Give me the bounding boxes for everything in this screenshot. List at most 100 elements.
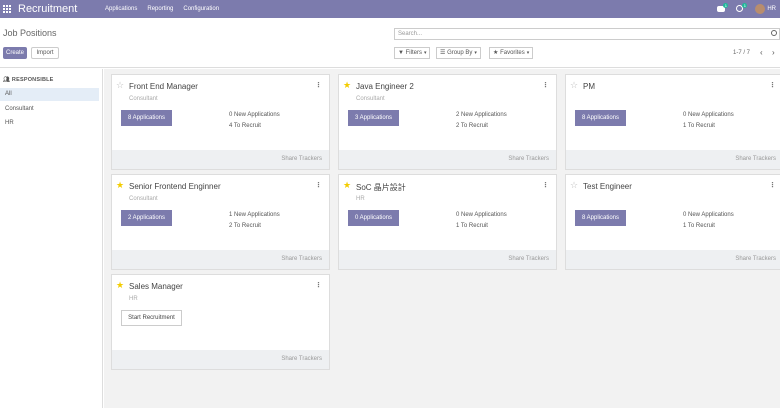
applications-button[interactable]: 3 Applications (348, 110, 399, 126)
job-card[interactable]: ★ SoC 晶片設計 ⋮ HR 0 Applications 0 New App… (338, 174, 557, 270)
job-card[interactable]: ★ Senior Frontend Enginner ⋮ Consultant … (111, 174, 330, 270)
favorites-label: Favorites (500, 50, 525, 56)
card-menu-icon[interactable]: ⋮ (542, 181, 549, 189)
card-menu-icon[interactable]: ⋮ (315, 181, 322, 189)
new-applications-link[interactable]: 0 New Applications (683, 112, 734, 118)
to-recruit-text: 1 To Recruit (683, 223, 715, 229)
share-trackers-link[interactable]: Share Trackers (281, 256, 322, 262)
to-recruit-text: 2 To Recruit (456, 123, 488, 129)
app-brand[interactable]: Recruitment (18, 3, 101, 15)
navbar-systray: 1 1 HR (717, 0, 776, 18)
card-footer: Share Trackers (566, 150, 780, 169)
job-card[interactable]: ☆ PM ⋮ 8 Applications 0 New Applications… (565, 74, 780, 170)
pager-previous-icon[interactable]: ‹ (760, 49, 763, 57)
groupby-button[interactable]: ☰ Group By ▾ (436, 47, 481, 59)
job-title[interactable]: PM (583, 82, 595, 91)
menu-reporting[interactable]: Reporting (147, 6, 173, 12)
job-responsible: HR (129, 296, 138, 302)
page-title: Job Positions (3, 28, 57, 38)
job-responsible: HR (356, 196, 365, 202)
job-title[interactable]: Java Engineer 2 (356, 82, 414, 91)
card-footer: Share Trackers (112, 350, 329, 369)
favorites-star-icon: ★ (493, 50, 499, 56)
users-icon: 👥︎ (3, 77, 11, 83)
sidebar-item-all[interactable]: All (0, 88, 99, 101)
job-title[interactable]: SoC 晶片設計 (356, 182, 406, 193)
favorite-star-icon[interactable]: ★ (116, 281, 124, 290)
job-responsible: Consultant (356, 96, 385, 102)
pager-value[interactable]: 1-7 / 7 (733, 50, 750, 56)
new-applications-link[interactable]: 1 New Applications (229, 212, 280, 218)
favorites-button[interactable]: ★ Favorites ▾ (489, 47, 534, 59)
search-input[interactable]: Search... (394, 28, 780, 40)
favorite-star-icon[interactable]: ☆ (570, 181, 578, 190)
to-recruit-text: 1 To Recruit (683, 123, 715, 129)
favorite-star-icon[interactable]: ☆ (570, 81, 578, 90)
applications-button[interactable]: 8 Applications (575, 210, 626, 226)
apps-menu-icon[interactable] (3, 4, 15, 14)
new-applications-link[interactable]: 0 New Applications (456, 212, 507, 218)
favorite-star-icon[interactable]: ★ (343, 181, 351, 190)
card-footer: Share Trackers (112, 150, 329, 169)
menu-applications[interactable]: Applications (105, 6, 137, 12)
card-footer: Share Trackers (339, 150, 556, 169)
job-title[interactable]: Senior Frontend Enginner (129, 182, 221, 191)
card-menu-icon[interactable]: ⋮ (315, 81, 322, 89)
job-title[interactable]: Front End Manager (129, 82, 198, 91)
favorite-star-icon[interactable]: ★ (116, 181, 124, 190)
menu-configuration[interactable]: Configuration (183, 6, 219, 12)
activities-badge: 1 (742, 3, 748, 8)
job-card[interactable]: ★ Java Engineer 2 ⋮ Consultant 3 Applica… (338, 74, 557, 170)
filters-label: Filters (405, 50, 422, 56)
job-card[interactable]: ★ Sales Manager ⋮ HR Start Recruitment S… (111, 274, 330, 370)
share-trackers-link[interactable]: Share Trackers (735, 256, 776, 262)
card-footer: Share Trackers (339, 250, 556, 269)
share-trackers-link[interactable]: Share Trackers (735, 156, 776, 162)
messaging-menu[interactable]: 1 (717, 3, 729, 13)
user-menu[interactable]: HR (755, 4, 776, 14)
kanban-view: ☆ Front End Manager ⋮ Consultant 8 Appli… (104, 69, 780, 408)
create-button[interactable]: Create (3, 47, 27, 59)
main-menu: Applications Reporting Configuration (105, 6, 219, 12)
start-recruitment-button[interactable]: Start Recruitment (121, 310, 182, 326)
to-recruit-text: 1 To Recruit (456, 223, 488, 229)
applications-button[interactable]: 0 Applications (348, 210, 399, 226)
responsible-sidebar: 👥︎ RESPONSIBLE All Consultant HR (0, 69, 103, 408)
caret-down-icon: ▾ (423, 50, 427, 56)
applications-button[interactable]: 8 Applications (575, 110, 626, 126)
card-menu-icon[interactable]: ⋮ (542, 81, 549, 89)
job-card[interactable]: ☆ Test Engineer ⋮ 8 Applications 0 New A… (565, 174, 780, 270)
job-title[interactable]: Test Engineer (583, 182, 632, 191)
pager-next-icon[interactable]: › (772, 49, 775, 57)
favorite-star-icon[interactable]: ☆ (116, 81, 124, 90)
card-menu-icon[interactable]: ⋮ (769, 81, 776, 89)
sidebar-item-consultant[interactable]: Consultant (0, 103, 99, 116)
job-card[interactable]: ☆ Front End Manager ⋮ Consultant 8 Appli… (111, 74, 330, 170)
new-applications-link[interactable]: 0 New Applications (229, 112, 280, 118)
favorite-star-icon[interactable]: ★ (343, 81, 351, 90)
share-trackers-link[interactable]: Share Trackers (508, 256, 549, 262)
search-icon[interactable] (771, 30, 777, 36)
search-placeholder: Search... (398, 31, 423, 37)
import-button[interactable]: Import (31, 47, 59, 59)
card-footer: Share Trackers (566, 250, 780, 269)
sidebar-heading: 👥︎ RESPONSIBLE (3, 77, 54, 83)
new-applications-link[interactable]: 0 New Applications (683, 212, 734, 218)
filter-icon: ▼ (398, 50, 404, 56)
activity-menu[interactable]: 1 (736, 3, 748, 13)
new-applications-link[interactable]: 2 New Applications (456, 112, 507, 118)
share-trackers-link[interactable]: Share Trackers (281, 156, 322, 162)
card-footer: Share Trackers (112, 250, 329, 269)
share-trackers-link[interactable]: Share Trackers (281, 356, 322, 362)
job-title[interactable]: Sales Manager (129, 282, 183, 291)
filters-button[interactable]: ▼ Filters ▾ (394, 47, 431, 59)
applications-button[interactable]: 8 Applications (121, 110, 172, 126)
to-recruit-text: 4 To Recruit (229, 123, 261, 129)
card-menu-icon[interactable]: ⋮ (769, 181, 776, 189)
applications-button[interactable]: 2 Applications (121, 210, 172, 226)
sidebar-item-hr[interactable]: HR (0, 117, 99, 130)
groupby-label: Group By (447, 50, 473, 56)
job-responsible: Consultant (129, 96, 158, 102)
card-menu-icon[interactable]: ⋮ (315, 281, 322, 289)
share-trackers-link[interactable]: Share Trackers (508, 156, 549, 162)
